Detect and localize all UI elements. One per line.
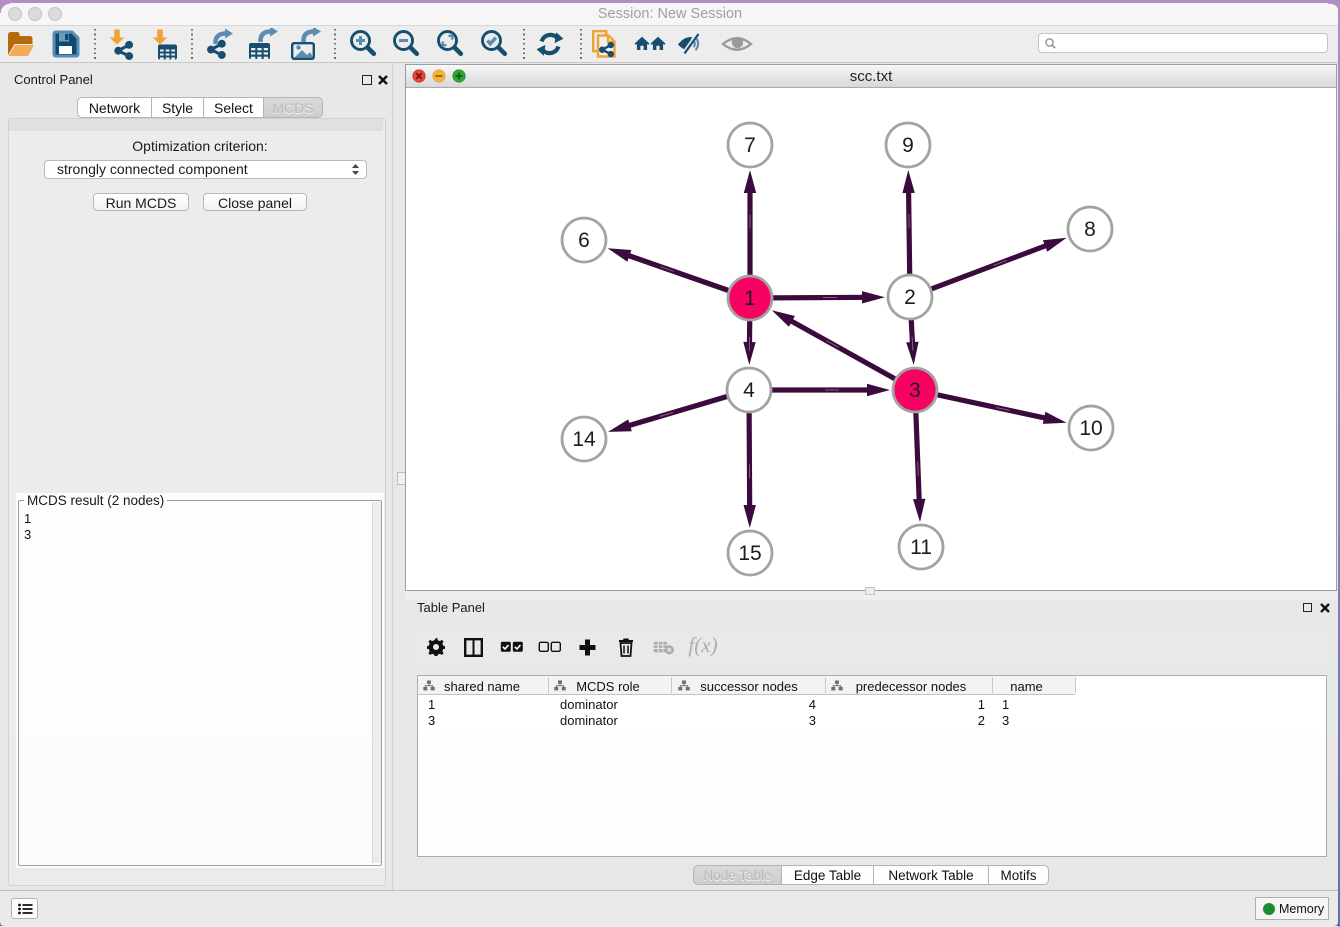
svg-text:7: 7 [744, 134, 756, 157]
svg-text:8: 8 [1084, 218, 1096, 241]
svg-text:6: 6 [578, 229, 590, 252]
svg-text:3: 3 [909, 379, 921, 402]
svg-text:15: 15 [738, 542, 761, 565]
svg-text:1: 1 [744, 287, 756, 310]
svg-text:9: 9 [902, 134, 914, 157]
svg-text:4: 4 [743, 379, 755, 402]
svg-text:2: 2 [904, 286, 916, 309]
svg-text:11: 11 [910, 536, 932, 559]
svg-text:14: 14 [572, 428, 596, 451]
svg-text:10: 10 [1079, 417, 1102, 440]
